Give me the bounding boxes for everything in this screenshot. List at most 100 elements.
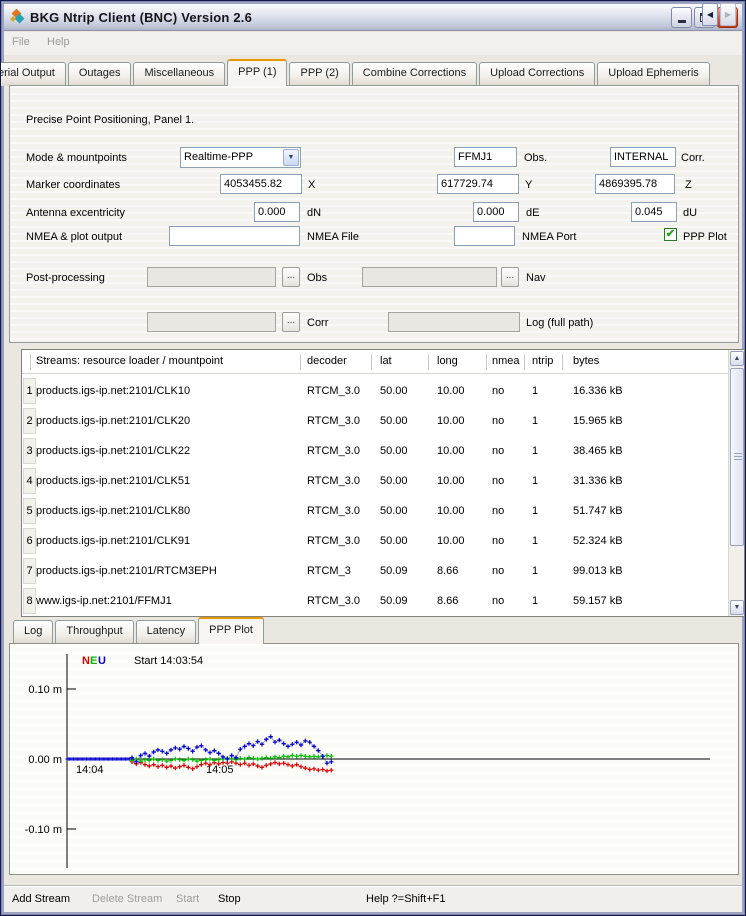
cell-lat: 50.00 xyxy=(380,415,408,427)
tab-combine-corrections[interactable]: Combine Corrections xyxy=(352,62,477,86)
add-stream-button[interactable]: Add Stream xyxy=(12,893,70,905)
table-row[interactable]: 6products.igs-ip.net:2101/CLK91RTCM_3.05… xyxy=(22,526,728,556)
table-row[interactable]: 7products.igs-ip.net:2101/RTCM3EPHRTCM_3… xyxy=(22,556,728,586)
table-row[interactable]: 1products.igs-ip.net:2101/CLK10RTCM_3.05… xyxy=(22,376,728,406)
scroll-down-button[interactable]: ▼ xyxy=(730,600,744,615)
tab-scroll-left-button[interactable]: ◀ xyxy=(702,3,718,26)
tab-throughput[interactable]: Throughput xyxy=(55,620,133,644)
mode-combobox[interactable]: Realtime-PPP ▼ xyxy=(180,147,301,168)
cell-bytes: 38.465 kB xyxy=(573,445,623,457)
table-row[interactable]: 8www.igs-ip.net:2101/FFMJ1RTCM_3.050.098… xyxy=(22,586,728,616)
table-scrollbar[interactable]: ▲ ▼ xyxy=(728,350,744,616)
tab-miscellaneous[interactable]: Miscellaneous xyxy=(133,62,225,86)
row-number[interactable]: 6 xyxy=(23,528,36,554)
cell-long: 10.00 xyxy=(437,475,465,487)
tab-ppp-1[interactable]: PPP (1) xyxy=(227,59,287,86)
menu-help[interactable]: Help xyxy=(47,36,70,48)
ppp-plot-checkbox[interactable]: ✔ xyxy=(664,228,677,241)
row-number[interactable]: 2 xyxy=(23,408,36,434)
row-number[interactable]: 3 xyxy=(23,438,36,464)
col-lat[interactable]: lat xyxy=(380,355,392,367)
post-obs-field xyxy=(147,267,276,287)
antenna-du-field[interactable] xyxy=(631,202,677,222)
cell-ntrip: 1 xyxy=(532,595,538,607)
obs-mountpoint-field[interactable] xyxy=(454,147,517,167)
cell-decoder: RTCM_3.0 xyxy=(307,415,360,427)
cell-mountpoint: products.igs-ip.net:2101/CLK80 xyxy=(36,505,190,517)
cell-ntrip: 1 xyxy=(532,385,538,397)
table-row[interactable]: 3products.igs-ip.net:2101/CLK22RTCM_3.05… xyxy=(22,436,728,466)
arrow-down-icon: ▼ xyxy=(734,604,741,611)
log-suffix-label: Log (full path) xyxy=(526,317,593,329)
row-number[interactable]: 7 xyxy=(23,558,36,584)
arrow-left-icon: ◀ xyxy=(707,10,713,19)
marker-label: Marker coordinates xyxy=(26,179,120,191)
table-row[interactable]: 5products.igs-ip.net:2101/CLK80 RTCM_3.0 5… xyxy=(22,496,728,526)
col-decoder[interactable]: decoder xyxy=(307,355,347,367)
cell-long: 10.00 xyxy=(437,415,465,427)
col-long[interactable]: long xyxy=(437,355,458,367)
tab-latency[interactable]: Latency xyxy=(136,620,197,644)
cell-ntrip: 1 xyxy=(532,475,538,487)
col-ntrip[interactable]: ntrip xyxy=(532,355,553,367)
corr-mountpoint-field[interactable] xyxy=(610,147,676,167)
cell-long: 10.00 xyxy=(437,385,465,397)
tab-erial-output[interactable]: erial Output xyxy=(1,62,66,86)
table-row[interactable]: 4products.igs-ip.net:2101/CLK51RTCM_3.05… xyxy=(22,466,728,496)
menu-file[interactable]: File xyxy=(12,36,30,48)
cell-lat: 50.00 xyxy=(380,385,408,397)
nmea-file-field[interactable] xyxy=(169,226,300,246)
cell-ntrip: 1 xyxy=(532,535,538,547)
cell-long: 10.00 xyxy=(437,505,465,517)
nmea-port-field[interactable] xyxy=(454,226,515,246)
corr-suffix-label: Corr. xyxy=(681,152,705,164)
cell-mountpoint: products.igs-ip.net:2101/CLK10 xyxy=(36,385,190,397)
dn-suffix-label: dN xyxy=(307,207,321,219)
ppp-plot-label: PPP Plot xyxy=(683,231,727,243)
antenna-dn-field[interactable] xyxy=(254,202,300,222)
chevron-down-icon[interactable]: ▼ xyxy=(283,149,299,166)
help-hint: Help ?=Shift+F1 xyxy=(366,893,446,905)
post-nav-field xyxy=(362,267,497,287)
browse-nav-button[interactable]: ... xyxy=(501,267,519,287)
browse-obs-button[interactable]: ... xyxy=(282,267,300,287)
marker-y-field[interactable] xyxy=(437,174,519,194)
marker-z-field[interactable] xyxy=(595,174,675,194)
row-number[interactable]: 1 xyxy=(23,378,36,404)
marker-x-field[interactable] xyxy=(220,174,302,194)
tab-log[interactable]: Log xyxy=(13,620,53,644)
tab-upload-ephemeris[interactable]: Upload Ephemeris xyxy=(597,62,710,86)
streams-table-header: Streams: resource loader / mountpoint de… xyxy=(22,350,728,374)
col-nmea[interactable]: nmea xyxy=(492,355,520,367)
antenna-de-field[interactable] xyxy=(473,202,519,222)
cell-decoder: RTCM_3.0 xyxy=(307,505,360,517)
check-icon: ✔ xyxy=(666,228,675,240)
cell-lat: 50.00 xyxy=(380,535,408,547)
tab-ppp-plot[interactable]: PPP Plot xyxy=(198,617,264,644)
table-row[interactable]: 2products.igs-ip.net:2101/CLK20RTCM_3.05… xyxy=(22,406,728,436)
scrollbar-thumb[interactable] xyxy=(730,368,744,546)
obs-suffix-label: Obs. xyxy=(524,152,547,164)
scroll-up-button[interactable]: ▲ xyxy=(730,351,744,366)
tab-outages[interactable]: Outages xyxy=(68,62,132,86)
cell-ntrip: 1 xyxy=(532,565,538,577)
tab-scroll-right-button[interactable]: ▶ xyxy=(720,3,736,26)
corr-file-suffix-label: Corr xyxy=(307,317,328,329)
minimize-button[interactable] xyxy=(671,7,692,28)
title-bar[interactable]: BKG Ntrip Client (BNC) Version 2.6 ✕ xyxy=(4,4,742,31)
browse-corr-button[interactable]: ... xyxy=(282,312,300,332)
row-number[interactable]: 8 xyxy=(23,588,36,614)
legend-U: U xyxy=(98,655,106,667)
row-number[interactable]: 4 xyxy=(23,468,36,494)
col-bytes[interactable]: bytes xyxy=(573,355,599,367)
tab-ppp-2[interactable]: PPP (2) xyxy=(289,62,349,86)
cell-decoder: RTCM_3.0 xyxy=(307,385,360,397)
cell-lat: 50.00 xyxy=(380,505,408,517)
cell-lat: 50.09 xyxy=(380,565,408,577)
col-streams[interactable]: Streams: resource loader / mountpoint xyxy=(36,355,223,367)
row-number[interactable]: 5 xyxy=(23,498,36,524)
cell-lat: 50.09 xyxy=(380,595,408,607)
tab-upload-corrections[interactable]: Upload Corrections xyxy=(479,62,595,86)
stop-button[interactable]: Stop xyxy=(218,893,241,905)
cell-bytes: 31.336 kB xyxy=(573,475,623,487)
